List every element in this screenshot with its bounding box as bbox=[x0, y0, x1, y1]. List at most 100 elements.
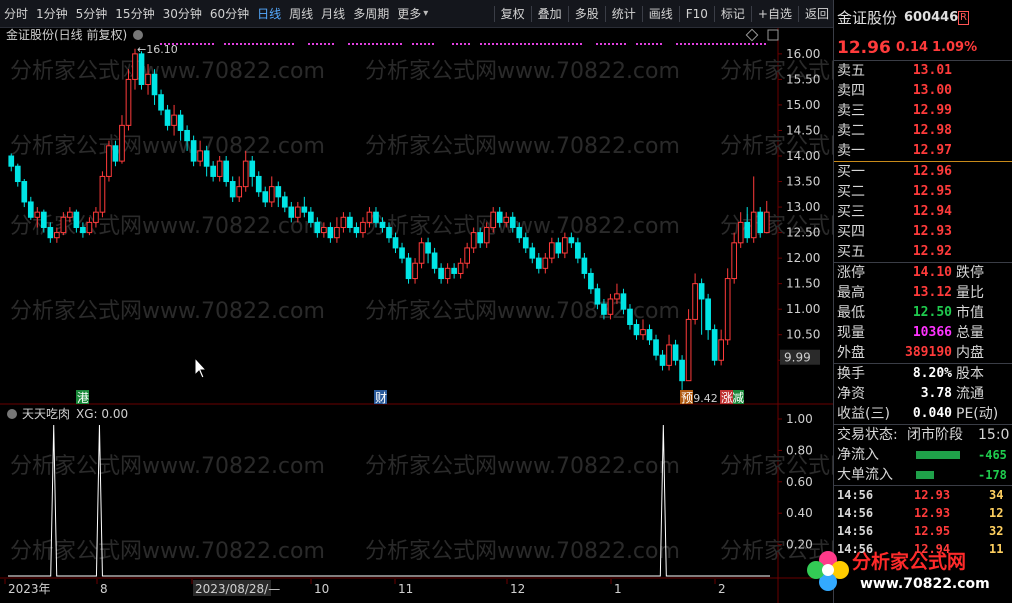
signal-dot bbox=[564, 43, 566, 45]
candle-body bbox=[197, 150, 203, 162]
signal-dot bbox=[728, 43, 730, 45]
candle-body bbox=[281, 196, 288, 208]
signal-dot bbox=[416, 43, 418, 45]
chart-menu-icon[interactable] bbox=[133, 30, 143, 40]
ask-row-label: 卖一 bbox=[837, 143, 865, 159]
tool-button[interactable]: 画线 bbox=[645, 3, 677, 25]
indicator-menu-icon[interactable] bbox=[7, 409, 17, 419]
signal-dot bbox=[236, 43, 238, 45]
period-tab[interactable]: 分时 bbox=[0, 3, 32, 25]
kline-chart[interactable]: 分析家公式网www.70822.com 分析家公式网www.70822.com 分析… bbox=[0, 28, 833, 603]
tick-row[interactable]: 14:56 12.93 12 bbox=[834, 504, 1012, 522]
signal-dot bbox=[392, 43, 394, 45]
candle-body bbox=[353, 226, 360, 234]
period-tab[interactable]: 15分钟 bbox=[111, 3, 158, 25]
candle-body bbox=[216, 160, 223, 177]
period-tab[interactable]: 1分钟 bbox=[32, 3, 72, 25]
stat-row: 最高 13.12 量比 bbox=[834, 283, 1012, 303]
period-tab[interactable]: 5分钟 bbox=[72, 3, 112, 25]
signal-dot bbox=[512, 43, 514, 45]
price-tick-label: 15.50 bbox=[786, 72, 820, 86]
tool-button[interactable]: 叠加 bbox=[534, 3, 566, 25]
candle-body bbox=[418, 242, 425, 264]
signal-dot bbox=[724, 43, 726, 45]
period-tab[interactable]: 30分钟 bbox=[159, 3, 206, 25]
signal-dot bbox=[544, 43, 546, 45]
candle-body bbox=[321, 226, 327, 234]
stat-row-value: 10366 bbox=[912, 325, 952, 340]
event-marker-label: 减 bbox=[732, 391, 744, 405]
tool-button[interactable]: 返回 bbox=[801, 3, 833, 25]
candle-body bbox=[334, 226, 340, 239]
candle-body bbox=[509, 216, 516, 228]
tool-button[interactable]: 多股 bbox=[571, 3, 603, 25]
signal-dot bbox=[224, 43, 226, 45]
trade-status-label: 交易状态: bbox=[837, 427, 898, 443]
ask-row: 卖一 12.97 bbox=[834, 141, 1012, 161]
period-tab[interactable]: 周线 bbox=[285, 3, 317, 25]
watermark-text: 分析家公式网www.70822.com bbox=[10, 59, 325, 84]
tick-row[interactable]: 14:56 12.93 34 bbox=[834, 486, 1012, 504]
signal-dot bbox=[332, 43, 334, 45]
flower-icon bbox=[807, 551, 849, 591]
signal-dot bbox=[568, 43, 570, 45]
signal-dot bbox=[204, 43, 206, 45]
signal-dot bbox=[760, 43, 762, 45]
candle-body bbox=[705, 298, 711, 331]
signal-dot bbox=[272, 43, 274, 45]
stat-row: 外盘 389190 内盘 bbox=[834, 343, 1012, 363]
bid-row-value: 12.94 bbox=[912, 204, 952, 219]
signal-dot bbox=[276, 43, 278, 45]
stat2-row-label2: 股本 bbox=[956, 366, 984, 382]
tool-button[interactable]: +自选 bbox=[754, 3, 796, 25]
candle-body bbox=[8, 155, 15, 167]
chart-area[interactable]: 分析家公式网www.70822.com 分析家公式网www.70822.com 分析… bbox=[0, 28, 833, 603]
candle-body bbox=[262, 191, 269, 203]
signal-dot bbox=[680, 43, 682, 45]
candle-body bbox=[119, 124, 125, 162]
period-tab[interactable]: 月线 bbox=[317, 3, 349, 25]
candle-body bbox=[490, 211, 497, 228]
candle-body bbox=[711, 329, 718, 361]
tick-row[interactable]: 14:56 12.95 32 bbox=[834, 522, 1012, 540]
flow-row: 净流入 -465 bbox=[834, 445, 1012, 465]
signal-dot bbox=[208, 43, 210, 45]
quote-panel: 金证股份 600446 R 12.96 0.14 1.09% 卖五 13.01 卖四… bbox=[833, 0, 1012, 603]
tool-button[interactable]: F10 bbox=[682, 3, 712, 25]
signal-dot bbox=[312, 43, 314, 45]
toolbar-separator bbox=[530, 5, 532, 22]
date-label: 12 bbox=[510, 582, 525, 596]
site-logo: 分析家公式网 www.70822.com bbox=[807, 550, 990, 592]
signal-dot bbox=[380, 43, 382, 45]
tool-button[interactable]: 复权 bbox=[497, 3, 529, 25]
signal-dot bbox=[324, 43, 326, 45]
period-tab[interactable]: 60分钟 bbox=[206, 3, 253, 25]
bid-row-label: 买一 bbox=[837, 164, 865, 180]
candle-body bbox=[431, 252, 438, 269]
tool-button[interactable]: 标记 bbox=[717, 3, 749, 25]
signal-dot bbox=[228, 43, 230, 45]
chevron-down-icon[interactable]: ▾ bbox=[423, 8, 428, 19]
signal-dot bbox=[524, 43, 526, 45]
indicator-tick-label: 0.80 bbox=[786, 443, 813, 457]
signal-dot bbox=[352, 43, 354, 45]
signal-dot bbox=[624, 43, 626, 45]
signal-dot bbox=[504, 43, 506, 45]
stat2-row-label: 收益(三) bbox=[837, 406, 890, 422]
date-label: 11 bbox=[398, 582, 413, 596]
tool-button[interactable]: 统计 bbox=[608, 3, 640, 25]
stat-row: 最低 12.50 市值 bbox=[834, 303, 1012, 323]
stats-block-2: 换手 8.20% 股本 净资 3.78 流通 收益(三) 0.040 PE(动) bbox=[834, 364, 1012, 424]
date-label: 2 bbox=[718, 582, 726, 596]
date-label: 10 bbox=[314, 582, 329, 596]
period-tab[interactable]: 更多 bbox=[393, 3, 425, 25]
signal-dot bbox=[496, 43, 498, 45]
period-tab[interactable]: 多周期 bbox=[349, 3, 393, 25]
candle-body bbox=[288, 206, 295, 218]
tick-volume: 12 bbox=[989, 506, 1004, 520]
tick-time: 14:56 bbox=[837, 506, 874, 520]
flow-value: -178 bbox=[978, 468, 1007, 482]
candle-body bbox=[301, 206, 308, 213]
flow-bar bbox=[916, 471, 934, 479]
period-tab[interactable]: 日线 bbox=[253, 3, 285, 25]
